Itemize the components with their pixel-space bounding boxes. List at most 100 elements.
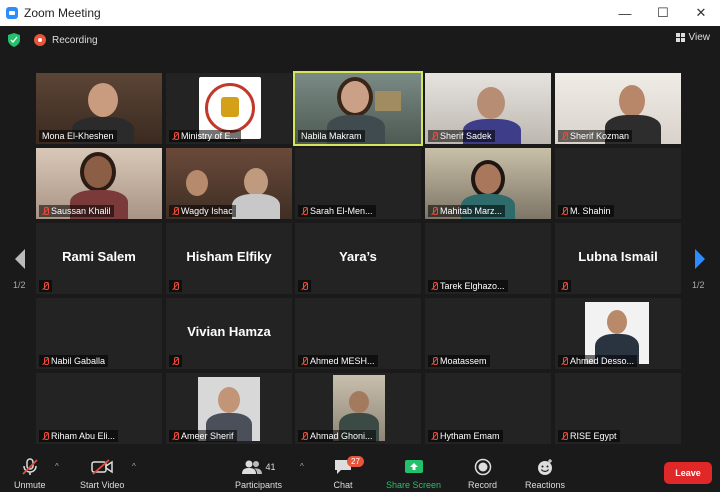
- mic-muted-icon: [431, 131, 438, 141]
- participant-name-tag: Nabil Gaballa: [39, 355, 109, 367]
- participant-tile[interactable]: Riham Abu Eli...: [36, 373, 162, 444]
- participant-tile[interactable]: Saussan Khalil: [36, 148, 162, 219]
- unmute-label: Unmute: [14, 480, 46, 490]
- participant-name-tag: Ameer Sherif: [169, 430, 237, 442]
- mic-muted-icon: [561, 281, 568, 291]
- participant-tile[interactable]: Sherif Sadek: [425, 73, 551, 144]
- start-video-label: Start Video: [80, 480, 125, 490]
- participant-name-tag: Hytham Emam: [428, 430, 503, 442]
- participant-name-tag: Riham Abu Eli...: [39, 430, 119, 442]
- participants-options-chevron-icon[interactable]: ^: [300, 462, 304, 471]
- participant-name-tag: [169, 355, 182, 367]
- participant-name-tag: Saussan Khalil: [39, 205, 114, 217]
- participant-display-name: Yara’s: [339, 249, 377, 264]
- unmute-button[interactable]: Unmute: [14, 458, 46, 490]
- start-video-button[interactable]: Start Video: [80, 458, 124, 490]
- leave-button[interactable]: Leave: [664, 462, 712, 484]
- participant-tile[interactable]: Ministry of E...: [166, 73, 292, 144]
- maximize-button[interactable]: ☐: [644, 0, 682, 26]
- participant-video: [244, 168, 268, 196]
- title-bar: Zoom Meeting — ☐ ✕: [0, 0, 720, 26]
- participant-tile[interactable]: Ameer Sherif: [166, 373, 292, 444]
- next-page-arrow-icon[interactable]: [692, 247, 708, 271]
- participant-name-tag: [169, 280, 182, 292]
- participant-display-name: Lubna Ismail: [578, 249, 658, 264]
- window-title: Zoom Meeting: [24, 6, 101, 20]
- participant-tile[interactable]: Hytham Emam: [425, 373, 551, 444]
- participant-name-tag: Sarah El-Men...: [298, 205, 376, 217]
- participants-icon: [241, 460, 262, 474]
- active-speaker-tile[interactable]: Nabila Makram: [293, 71, 423, 146]
- minimize-button[interactable]: —: [606, 0, 644, 26]
- participant-tile[interactable]: Mahitab Marz...: [425, 148, 551, 219]
- share-screen-button[interactable]: Share Screen: [386, 458, 441, 490]
- participant-display-name: Hisham Elfiky: [186, 249, 272, 264]
- record-label: Record: [468, 480, 498, 490]
- mic-muted-icon: [42, 431, 49, 441]
- participant-tile[interactable]: Moatassem: [425, 298, 551, 369]
- participant-tile[interactable]: Sarah El-Men...: [295, 148, 421, 219]
- share-screen-label: Share Screen: [386, 480, 442, 490]
- mic-muted-icon: [42, 281, 49, 291]
- participant-video: [477, 87, 505, 119]
- participant-tile[interactable]: Yara’s: [295, 223, 421, 294]
- share-screen-icon: [404, 460, 423, 473]
- participant-tile[interactable]: Ahmed Desso...: [555, 298, 681, 369]
- chat-label: Chat: [333, 480, 353, 490]
- page-indicator-left: 1/2: [13, 280, 26, 290]
- participant-tile[interactable]: Ahmad Ghoni...: [295, 373, 421, 444]
- wall-painting: [375, 91, 401, 111]
- participant-video: [619, 85, 645, 117]
- mic-muted-icon: [301, 431, 308, 441]
- participant-tile[interactable]: Hisham Elfiky: [166, 223, 292, 294]
- previous-page-arrow-icon[interactable]: [12, 247, 28, 271]
- mic-muted-icon: [42, 356, 49, 366]
- participant-tile[interactable]: Wagdy Ishac: [166, 148, 292, 219]
- mic-muted-icon: [172, 356, 179, 366]
- recording-label[interactable]: Recording: [52, 35, 98, 46]
- participant-tile[interactable]: M. Shahin: [555, 148, 681, 219]
- participants-button[interactable]: 41 Participants: [235, 458, 282, 490]
- gallery-grid: Mona El-Kheshen Ministry of E... Nabila …: [36, 71, 684, 445]
- view-button[interactable]: View: [675, 32, 711, 43]
- close-button[interactable]: ✕: [682, 0, 720, 26]
- view-label: View: [688, 32, 711, 43]
- participant-name-tag: Ahmed Desso...: [558, 355, 638, 367]
- participant-tile[interactable]: Sherif Kozman: [555, 73, 681, 144]
- participant-name-tag: [298, 280, 311, 292]
- participant-video: [232, 194, 280, 219]
- mic-muted-icon: [172, 281, 179, 291]
- participant-tile[interactable]: Ahmed MESH...: [295, 298, 421, 369]
- reactions-label: Reactions: [525, 480, 566, 490]
- microphone-muted-icon: [22, 458, 38, 475]
- participant-tile[interactable]: Rami Salem: [36, 223, 162, 294]
- participant-name-tag: RISE Egypt: [558, 430, 620, 442]
- participant-name-tag: Nabila Makram: [298, 130, 365, 142]
- audio-options-chevron-icon[interactable]: ^: [55, 462, 59, 471]
- participant-tile[interactable]: Mona El-Kheshen: [36, 73, 162, 144]
- participant-name-tag: Tarek Elghazo...: [428, 280, 508, 292]
- shield-icon[interactable]: [8, 33, 20, 47]
- participant-tile[interactable]: Tarek Elghazo...: [425, 223, 551, 294]
- participant-tile[interactable]: Vivian Hamza: [166, 298, 292, 369]
- participant-name-tag: M. Shahin: [558, 205, 614, 217]
- participant-tile[interactable]: Lubna Ismail: [555, 223, 681, 294]
- mic-muted-icon: [301, 281, 308, 291]
- record-button[interactable]: Record: [468, 458, 497, 490]
- participant-name-tag: Ahmad Ghoni...: [298, 430, 376, 442]
- mic-muted-icon: [561, 131, 568, 141]
- mic-muted-icon: [431, 281, 438, 291]
- meeting-top-bar: Recording View: [0, 26, 720, 54]
- reactions-button[interactable]: Reactions: [525, 458, 565, 490]
- window-controls: — ☐ ✕: [606, 0, 720, 26]
- mic-muted-icon: [431, 431, 438, 441]
- participant-tile[interactable]: RISE Egypt: [555, 373, 681, 444]
- participant-tile[interactable]: Nabil Gaballa: [36, 298, 162, 369]
- mic-muted-icon: [301, 206, 308, 216]
- video-options-chevron-icon[interactable]: ^: [132, 462, 136, 471]
- participant-video: [84, 156, 112, 188]
- mic-muted-icon: [431, 356, 438, 366]
- participant-display-name: Rami Salem: [62, 249, 136, 264]
- record-icon: [474, 458, 491, 476]
- mic-muted-icon: [431, 206, 438, 216]
